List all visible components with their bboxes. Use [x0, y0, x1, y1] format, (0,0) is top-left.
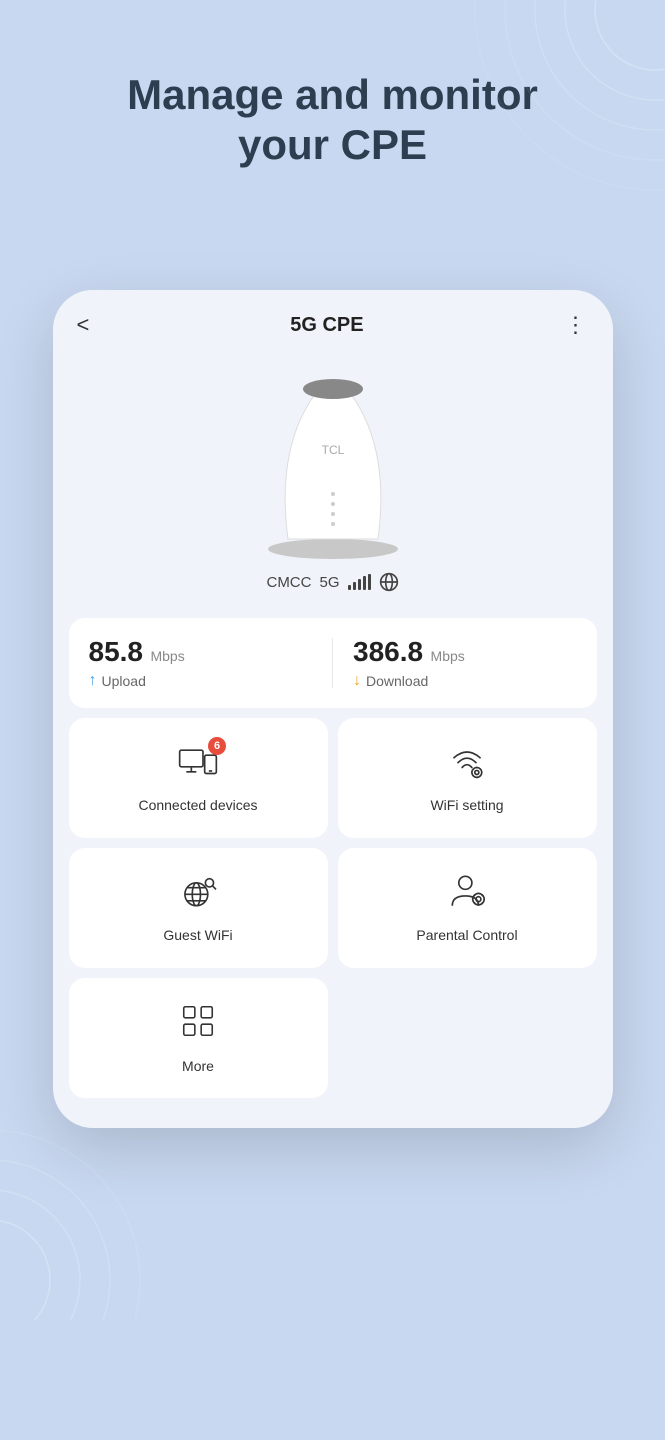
guest-wifi-label: Guest WiFi	[163, 927, 232, 943]
device-image-area: TCL CMCC 5G	[53, 354, 613, 608]
more-label: More	[182, 1058, 214, 1074]
speed-card: 85.8 Mbps ↑ Upload 386.8 Mbps ↓ Download	[69, 618, 597, 708]
download-speed-unit: Mbps	[431, 648, 465, 664]
upload-speed: 85.8 Mbps ↑ Upload	[89, 636, 313, 690]
guest-wifi-icon-wrapper	[178, 873, 218, 917]
upload-speed-unit: Mbps	[150, 648, 184, 664]
main-grid: 6 Connected devices	[69, 718, 597, 968]
parental-control-label: Parental Control	[416, 927, 517, 943]
network-status: CMCC 5G	[266, 572, 398, 592]
more-icon-wrapper	[179, 1002, 217, 1048]
parental-control-icon-wrapper	[447, 873, 487, 917]
upload-label-row: ↑ Upload	[89, 672, 313, 690]
more-row: More	[69, 978, 597, 1098]
wifi-setting-icon-wrapper	[447, 743, 487, 787]
network-type: 5G	[319, 574, 339, 591]
download-arrow-icon: ↓	[353, 672, 361, 690]
wifi-settings-icon	[447, 743, 487, 779]
more-menu-button[interactable]: ⋮	[565, 312, 589, 338]
connected-devices-icon-wrapper: 6	[178, 743, 218, 787]
parental-control-icon	[447, 873, 487, 909]
connected-devices-label: Connected devices	[138, 797, 257, 813]
download-speed-value: 386.8	[353, 636, 423, 667]
guest-wifi-tile[interactable]: Guest WiFi	[69, 848, 328, 968]
signal-bar-2	[353, 582, 356, 590]
devices-badge: 6	[208, 737, 226, 755]
download-speed: 386.8 Mbps ↓ Download	[353, 636, 577, 690]
phone-header: < 5G CPE ⋮	[53, 290, 613, 354]
download-value-row: 386.8 Mbps	[353, 636, 577, 668]
download-label: Download	[366, 673, 428, 689]
signal-bars	[348, 574, 371, 590]
parental-control-tile[interactable]: Parental Control	[338, 848, 597, 968]
globe-icon	[379, 572, 399, 592]
more-grid-icon	[179, 1002, 217, 1040]
hero-title-line2: your CPE	[238, 121, 427, 168]
guest-wifi-icon	[178, 873, 218, 909]
back-button[interactable]: <	[77, 312, 90, 338]
operator-name: CMCC	[266, 574, 311, 591]
router-image: TCL	[248, 364, 418, 564]
signal-bar-5	[368, 574, 371, 590]
phone-frame: < 5G CPE ⋮ TCL CMCC 5G	[53, 290, 613, 1128]
more-tile[interactable]: More	[69, 978, 328, 1098]
upload-arrow-icon: ↑	[89, 672, 97, 690]
page-title: 5G CPE	[290, 314, 363, 337]
signal-bar-3	[358, 579, 361, 590]
svg-text:TCL: TCL	[321, 443, 344, 457]
connected-devices-tile[interactable]: 6 Connected devices	[69, 718, 328, 838]
speed-divider	[332, 638, 333, 688]
download-label-row: ↓ Download	[353, 672, 577, 690]
wifi-setting-label: WiFi setting	[430, 797, 503, 813]
wifi-setting-tile[interactable]: WiFi setting	[338, 718, 597, 838]
signal-bar-1	[348, 585, 351, 590]
upload-value-row: 85.8 Mbps	[89, 636, 313, 668]
signal-bar-4	[363, 576, 366, 590]
upload-label: Upload	[102, 673, 146, 689]
upload-speed-value: 85.8	[89, 636, 144, 667]
